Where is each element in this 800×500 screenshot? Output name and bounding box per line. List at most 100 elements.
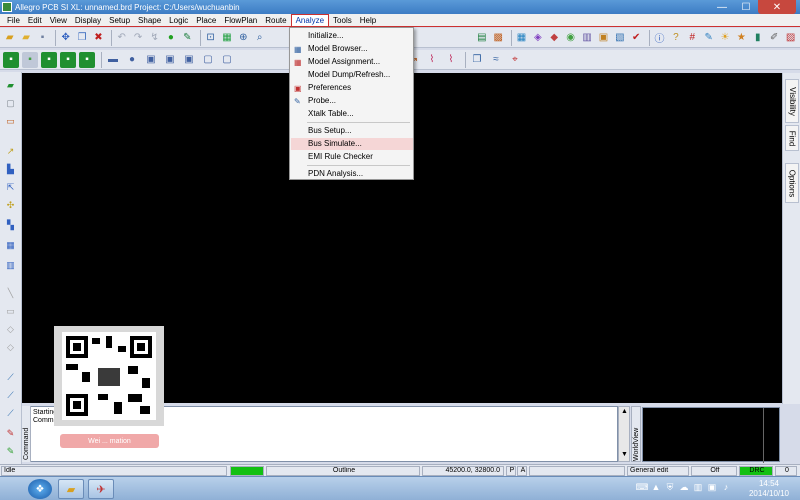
scroll-down-icon[interactable]: ▼: [620, 451, 629, 460]
layers-icon[interactable]: ▤: [475, 30, 488, 46]
layer-green-icon[interactable]: ▪: [60, 51, 76, 68]
menu-item-bus-setup[interactable]: Bus Setup...: [291, 125, 413, 137]
status-pick-button[interactable]: P: [506, 466, 516, 476]
delete-icon[interactable]: ✖: [92, 30, 105, 46]
add-connect-icon[interactable]: ▰: [3, 78, 18, 93]
square-icon[interactable]: ▣: [181, 52, 197, 68]
pin-icon[interactable]: ↯: [148, 30, 161, 46]
status-absolute-button[interactable]: A: [517, 466, 527, 476]
menu-route[interactable]: Route: [261, 15, 290, 26]
menu-tools[interactable]: Tools: [329, 15, 356, 26]
delay-tune-icon[interactable]: ▭: [3, 114, 18, 129]
menu-item-pdn-analysis[interactable]: PDN Analysis...: [291, 168, 413, 180]
edit-icon[interactable]: ✐: [768, 30, 781, 46]
status-drc[interactable]: DRC: [739, 466, 773, 476]
shape-void-icon[interactable]: ◇: [3, 340, 18, 355]
menu-place[interactable]: Place: [192, 15, 220, 26]
menu-shape[interactable]: Shape: [134, 15, 165, 26]
via-icon[interactable]: ▙: [3, 162, 18, 177]
color-grid-icon[interactable]: ▦: [515, 30, 528, 46]
menu-item-probe[interactable]: ✎ Probe...: [291, 95, 413, 107]
taskbar-clock[interactable]: 14:54 2014/10/10: [748, 479, 790, 499]
delay-icon[interactable]: ⌇: [443, 52, 459, 68]
export-icon[interactable]: ▨: [784, 30, 797, 46]
show-nets-icon[interactable]: ⟋: [3, 388, 18, 403]
fanout-icon[interactable]: ⇱: [3, 180, 18, 195]
menu-edit[interactable]: Edit: [24, 15, 46, 26]
menu-file[interactable]: File: [3, 15, 24, 26]
shape-edit-icon[interactable]: ◇: [3, 322, 18, 337]
menu-analyze[interactable]: Analyze: [290, 13, 330, 27]
color-icon[interactable]: ◈: [531, 30, 544, 46]
window-icon[interactable]: ❐: [469, 52, 485, 68]
menu-item-model-assignment[interactable]: ▦ Model Assignment...: [291, 56, 413, 68]
allegro-taskbar-icon[interactable]: ✈: [88, 479, 114, 499]
tab-visibility[interactable]: Visibility: [785, 79, 799, 123]
square-icon[interactable]: ▣: [143, 52, 159, 68]
zoom-fit-icon[interactable]: ⊡: [204, 30, 217, 46]
layer-green-icon[interactable]: ▪: [22, 51, 38, 68]
square-icon[interactable]: ▣: [162, 52, 178, 68]
square-icon[interactable]: ▢: [200, 52, 216, 68]
menu-setup[interactable]: Setup: [105, 15, 134, 26]
tab-options[interactable]: Options: [785, 163, 799, 203]
ratsnest-icon[interactable]: ⟋: [3, 370, 18, 385]
overlay-action-button[interactable]: Wei ... mation: [60, 434, 159, 448]
constraint-icon[interactable]: ▩: [492, 30, 505, 46]
slide-icon[interactable]: ▢: [3, 96, 18, 111]
vertex-icon[interactable]: ▚: [3, 218, 18, 233]
menu-flowplan[interactable]: FlowPlan: [220, 15, 261, 26]
check-icon[interactable]: ✔: [630, 30, 643, 46]
zoom-in-icon[interactable]: ⊕: [237, 30, 250, 46]
dehighlight-icon[interactable]: ✎: [3, 444, 18, 459]
tune-icon[interactable]: ⌇: [424, 52, 440, 68]
display-icon[interactable]: ▣: [706, 480, 718, 494]
bars-icon[interactable]: ▮: [751, 30, 764, 46]
wave-icon[interactable]: ≈: [488, 52, 504, 68]
menu-item-initialize[interactable]: Initialize...: [291, 30, 413, 42]
start-button[interactable]: ❖: [28, 479, 52, 499]
maximize-button[interactable]: ☐: [734, 0, 758, 14]
pin-map-icon[interactable]: ⌖: [507, 52, 523, 68]
snake-icon[interactable]: ▦: [3, 238, 18, 253]
shield-icon[interactable]: ⛨: [664, 480, 676, 494]
open-folder-icon[interactable]: ▰: [19, 30, 32, 46]
worldview-panel[interactable]: [642, 407, 780, 463]
network-icon[interactable]: ▥: [692, 480, 704, 494]
film-icon[interactable]: ▥: [580, 30, 593, 46]
command-scrollbar[interactable]: ▲ ▼: [618, 406, 630, 462]
scroll-up-icon[interactable]: ▲: [620, 408, 629, 417]
net-icon[interactable]: ◉: [564, 30, 577, 46]
layer-green-icon[interactable]: ▪: [3, 51, 19, 68]
circle-icon[interactable]: ●: [124, 52, 140, 68]
help-icon[interactable]: ?: [669, 30, 682, 46]
menu-item-preferences[interactable]: ▣ Preferences: [291, 82, 413, 94]
menu-logic[interactable]: Logic: [165, 15, 192, 26]
menu-item-model-dump-refresh[interactable]: Model Dump/Refresh...: [291, 69, 413, 81]
new-file-icon[interactable]: ▰: [3, 30, 16, 46]
zoom-icon[interactable]: ⌕: [253, 30, 266, 46]
cross-section-icon[interactable]: ▧: [613, 30, 626, 46]
minimize-button[interactable]: —: [710, 0, 734, 14]
star-icon[interactable]: ★: [735, 30, 748, 46]
numbers-icon[interactable]: #: [686, 30, 699, 46]
pushpin-icon[interactable]: ✎: [181, 30, 194, 46]
menu-item-bus-simulate[interactable]: Bus Simulate...: [291, 138, 413, 150]
sun-icon[interactable]: ☀: [718, 30, 731, 46]
green-dot-icon[interactable]: ●: [164, 30, 177, 46]
grid-icon[interactable]: ▦: [220, 30, 233, 46]
info-icon[interactable]: ⓘ: [653, 30, 666, 46]
line-icon[interactable]: ╲: [3, 286, 18, 301]
undo-icon[interactable]: ↶: [115, 30, 128, 46]
keyboard-icon[interactable]: ⌨: [636, 480, 649, 494]
arrow-up-icon[interactable]: ▲: [650, 480, 662, 494]
cloud-icon[interactable]: ☁: [678, 480, 690, 494]
pair-icon[interactable]: ▥: [3, 258, 18, 273]
move-icon[interactable]: ✥: [59, 30, 72, 46]
explorer-icon[interactable]: ▰: [58, 479, 84, 499]
menu-help[interactable]: Help: [356, 15, 380, 26]
layer-green-icon[interactable]: ▪: [79, 51, 95, 68]
menu-view[interactable]: View: [46, 15, 71, 26]
shape-add-icon[interactable]: ▭: [3, 304, 18, 319]
brush-icon[interactable]: ✎: [702, 30, 715, 46]
